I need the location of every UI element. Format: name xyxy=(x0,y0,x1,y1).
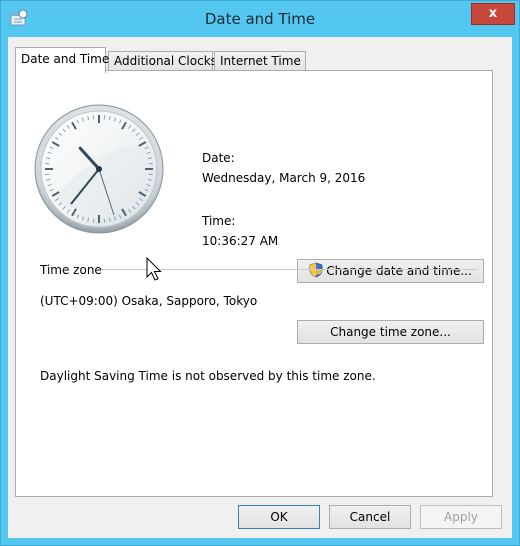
time-zone-value: (UTC+09:00) Osaka, Sapporo, Tokyo xyxy=(40,294,258,308)
dst-note: Daylight Saving Time is not observed by … xyxy=(40,369,376,383)
tab-internet-time[interactable]: Internet Time xyxy=(214,51,306,71)
uac-shield-icon xyxy=(309,262,323,278)
time-label: Time: xyxy=(202,214,236,228)
title-bar[interactable]: Date and Time x xyxy=(1,1,519,37)
date-value: Wednesday, March 9, 2016 xyxy=(202,171,366,185)
tab-date-and-time[interactable]: Date and Time xyxy=(15,47,109,73)
time-value: 10:36:27 AM xyxy=(202,234,279,248)
date-time-dialog: Date and Time x Date and Time Additional… xyxy=(0,0,520,546)
cancel-button[interactable]: Cancel xyxy=(329,505,411,529)
apply-button[interactable]: Apply xyxy=(420,505,502,529)
dialog-client-area: Date and Time Additional Clocks Internet… xyxy=(8,37,512,538)
close-button[interactable]: x xyxy=(471,3,515,25)
analog-clock xyxy=(34,104,164,234)
tab-bar: Date and Time Additional Clocks Internet… xyxy=(15,47,495,73)
date-time-tab-panel: Date: Wednesday, March 9, 2016 Time: 10:… xyxy=(15,70,493,497)
date-label: Date: xyxy=(202,151,235,165)
change-date-and-time-button[interactable]: Change date and time... xyxy=(297,259,484,283)
change-date-and-time-label: Change date and time... xyxy=(326,264,472,278)
window-title: Date and Time xyxy=(204,10,316,28)
tab-additional-clocks[interactable]: Additional Clocks xyxy=(108,51,217,71)
change-time-zone-button[interactable]: Change time zone... xyxy=(297,320,484,344)
ok-button[interactable]: OK xyxy=(238,505,320,529)
mouse-pointer-icon xyxy=(146,257,162,281)
clock-center-pin xyxy=(96,166,102,172)
time-zone-group-label: Time zone xyxy=(40,263,102,277)
